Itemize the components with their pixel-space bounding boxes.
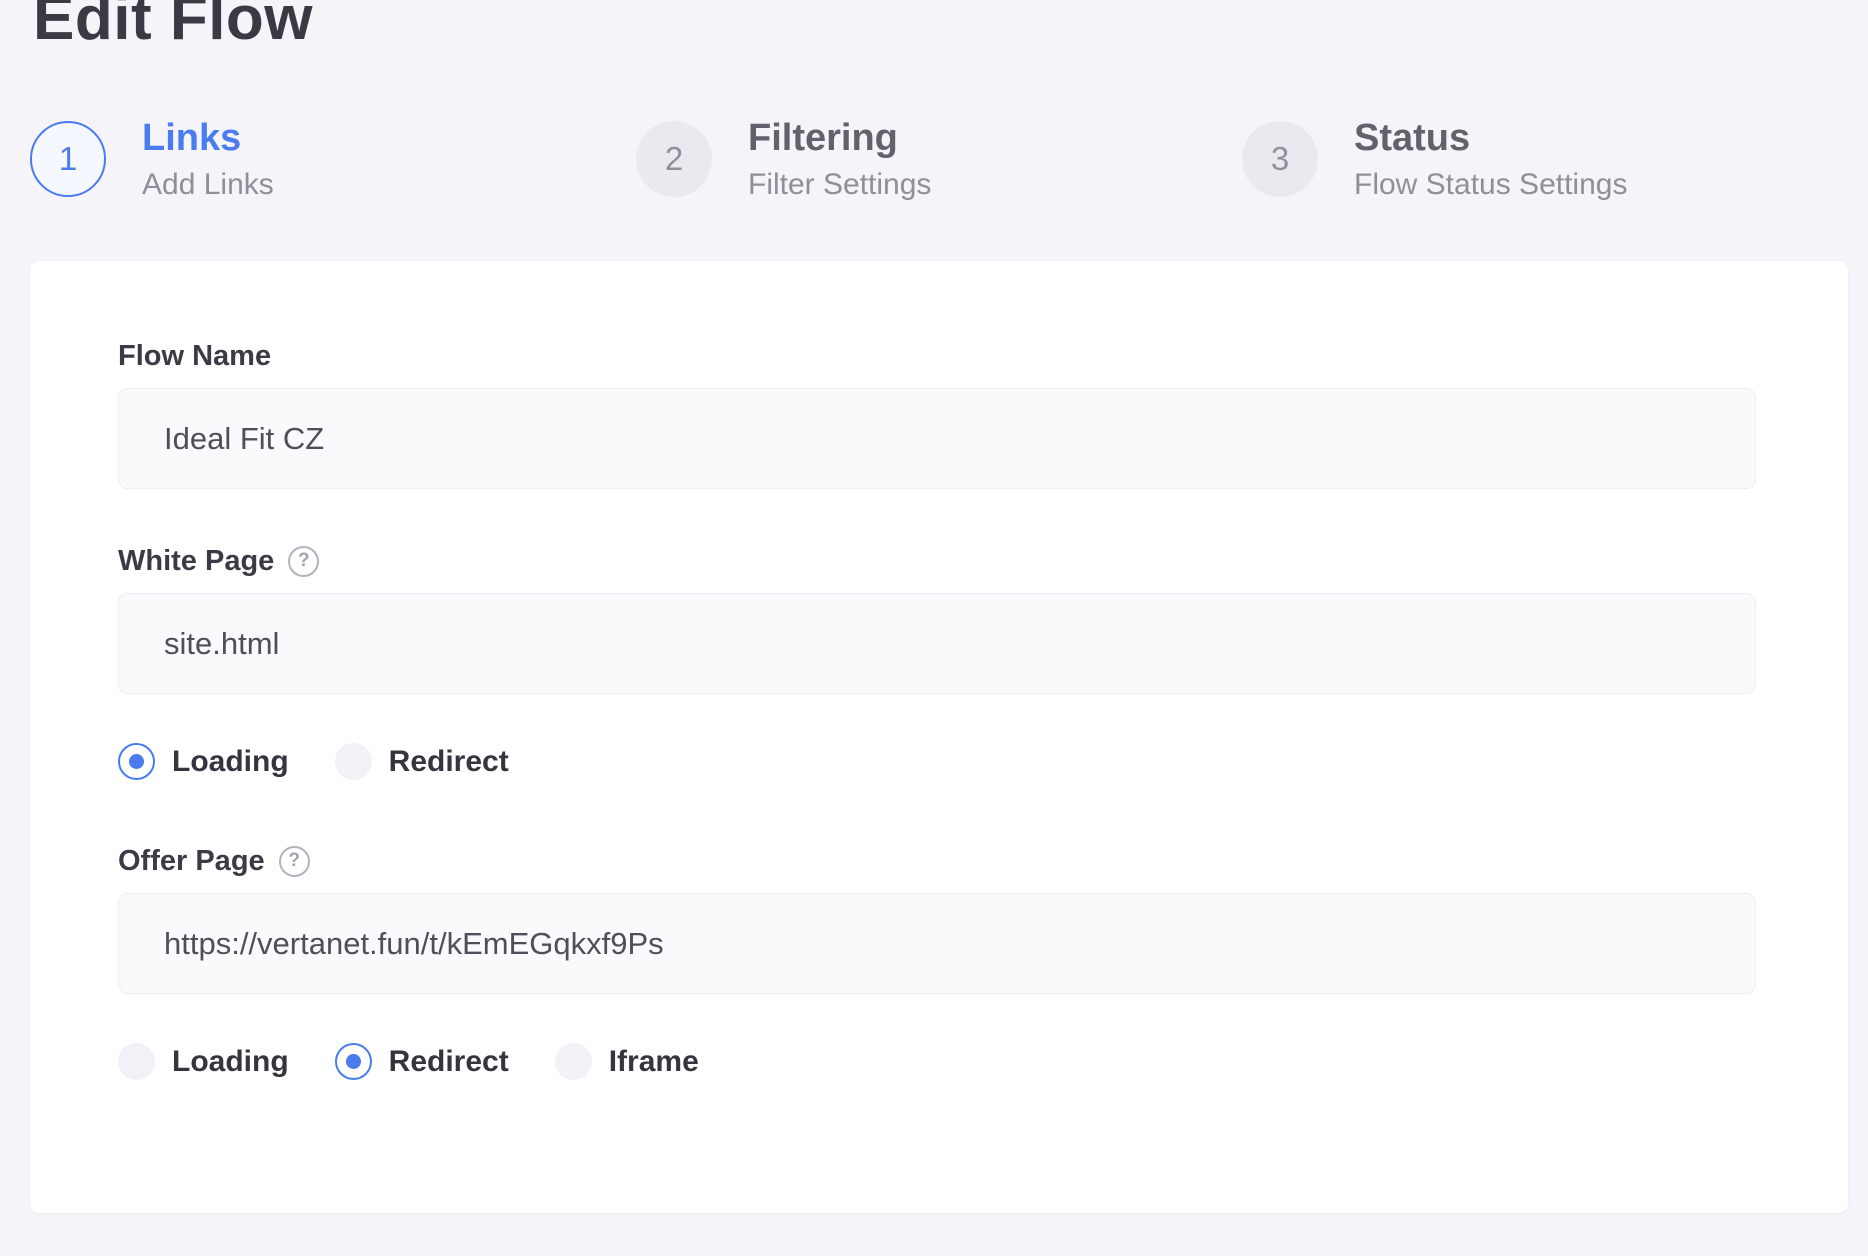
step-links-title: Links: [142, 116, 274, 160]
radio-selected-icon: [335, 1043, 372, 1080]
radio-label-redirect: Redirect: [389, 1045, 509, 1079]
flow-name-label: Flow Name: [118, 338, 271, 374]
offer-page-radio-redirect[interactable]: Redirect: [335, 1043, 509, 1080]
offer-page-mode-group: Loading Redirect Iframe: [118, 1043, 1756, 1080]
step-status-text: Status Flow Status Settings: [1354, 116, 1627, 202]
flow-name-field-group: Flow Name: [118, 338, 1756, 489]
step-filtering[interactable]: 2 Filtering Filter Settings: [636, 116, 1242, 202]
flow-name-label-row: Flow Name: [118, 338, 1756, 374]
offer-page-label: Offer Page: [118, 843, 265, 879]
step-filtering-text: Filtering Filter Settings: [748, 116, 931, 202]
radio-unselected-icon: [335, 743, 372, 780]
radio-label-loading: Loading: [172, 1045, 289, 1079]
flow-form-card: Flow Name White Page ? Loading Redirect: [30, 261, 1848, 1213]
white-page-mode-group: Loading Redirect: [118, 743, 1756, 780]
radio-selected-icon: [118, 743, 155, 780]
offer-page-label-row: Offer Page ?: [118, 843, 1756, 879]
offer-page-radio-iframe[interactable]: Iframe: [555, 1043, 699, 1080]
white-page-label: White Page: [118, 543, 274, 579]
radio-unselected-icon: [555, 1043, 592, 1080]
white-page-radio-loading[interactable]: Loading: [118, 743, 289, 780]
step-links-subtitle: Add Links: [142, 168, 274, 202]
radio-unselected-icon: [118, 1043, 155, 1080]
offer-page-field-group: Offer Page ?: [118, 843, 1756, 994]
step-filtering-subtitle: Filter Settings: [748, 168, 931, 202]
page-title: Edit Flow: [33, 0, 1848, 46]
flow-name-input[interactable]: [118, 388, 1756, 489]
radio-label-loading: Loading: [172, 745, 289, 779]
step-status-title: Status: [1354, 116, 1627, 160]
radio-dot: [346, 1054, 361, 1069]
radio-label-iframe: Iframe: [609, 1045, 699, 1079]
step-filtering-number-circle: 2: [636, 121, 712, 197]
edit-flow-page: Edit Flow 1 Links Add Links 2 Filtering …: [0, 0, 1868, 1213]
white-page-input[interactable]: [118, 593, 1756, 694]
wizard-stepper: 1 Links Add Links 2 Filtering Filter Set…: [30, 116, 1848, 202]
white-page-label-row: White Page ?: [118, 543, 1756, 579]
radio-dot: [129, 754, 144, 769]
step-status-subtitle: Flow Status Settings: [1354, 168, 1627, 202]
step-links[interactable]: 1 Links Add Links: [30, 116, 636, 202]
step-filtering-title: Filtering: [748, 116, 931, 160]
offer-page-input[interactable]: [118, 893, 1756, 994]
step-links-text: Links Add Links: [142, 116, 274, 202]
question-mark-icon[interactable]: ?: [279, 846, 310, 877]
radio-label-redirect: Redirect: [389, 745, 509, 779]
white-page-field-group: White Page ?: [118, 543, 1756, 694]
step-links-number-circle: 1: [30, 121, 106, 197]
step-status[interactable]: 3 Status Flow Status Settings: [1242, 116, 1848, 202]
offer-page-radio-loading[interactable]: Loading: [118, 1043, 289, 1080]
question-mark-icon[interactable]: ?: [288, 546, 319, 577]
white-page-radio-redirect[interactable]: Redirect: [335, 743, 509, 780]
step-status-number-circle: 3: [1242, 121, 1318, 197]
